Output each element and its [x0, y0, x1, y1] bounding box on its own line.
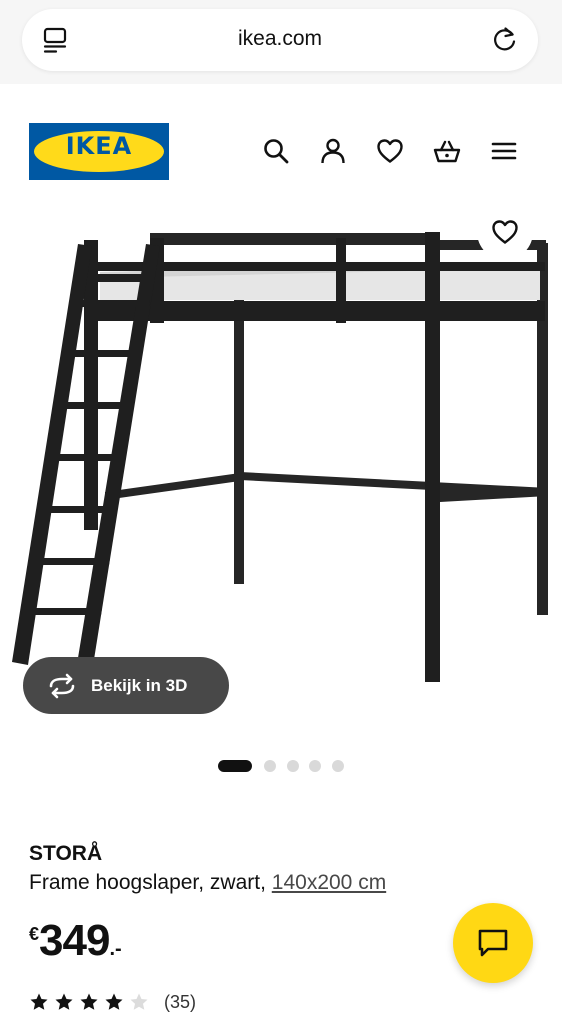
account-icon[interactable] [319, 137, 347, 165]
bed-rail-lower-side [440, 488, 548, 502]
star-icon [105, 993, 123, 1010]
favorites-icon[interactable] [376, 137, 404, 165]
menu-icon[interactable] [490, 137, 518, 165]
star-empty-icon [130, 993, 148, 1010]
bed-rail-lower-left [105, 473, 240, 500]
view-in-3d-label: Bekijk in 3D [91, 676, 188, 695]
price-suffix: .- [109, 938, 122, 960]
browser-bar: ikea.com [0, 0, 562, 84]
star-icon [55, 993, 73, 1010]
price-currency: € [29, 924, 40, 944]
bed-post-front-right [425, 232, 440, 682]
chat-icon [478, 929, 508, 957]
bed-post-front-mid [336, 238, 346, 323]
carousel-dot[interactable] [218, 760, 252, 772]
carousel-dot[interactable] [264, 760, 276, 772]
ikea-logo[interactable]: IKEA [29, 123, 169, 180]
carousel-dot[interactable] [332, 760, 344, 772]
star-icon [30, 993, 48, 1010]
reload-icon[interactable] [490, 25, 520, 55]
heart-icon [492, 220, 518, 244]
url-text[interactable]: ikea.com [22, 27, 538, 51]
star-icon [80, 993, 98, 1010]
favorite-button[interactable] [477, 204, 533, 260]
review-count: (35) [164, 992, 197, 1012]
price-amount: 349 [39, 916, 110, 965]
product-price: €349.- [29, 916, 122, 966]
view-in-3d-button[interactable]: Bekijk in 3D [23, 657, 229, 714]
logo-text: IKEA [65, 132, 133, 160]
product-name: STORÅ [29, 842, 103, 865]
product-description-text: Frame hoogslaper, zwart, [29, 871, 272, 894]
bed-rail-back [150, 233, 440, 245]
address-bar[interactable]: ikea.com [22, 9, 538, 71]
cart-icon[interactable] [433, 137, 461, 165]
chat-button[interactable] [453, 903, 533, 983]
carousel-dot[interactable] [287, 760, 299, 772]
search-icon[interactable] [262, 137, 290, 165]
product-description: Frame hoogslaper, zwart, 140x200 cm [29, 871, 386, 895]
carousel-dot[interactable] [309, 760, 321, 772]
site-header: IKEA [0, 84, 562, 204]
bed-post-back-left [234, 300, 244, 584]
rotate-3d-icon [49, 673, 75, 699]
size-link[interactable]: 140x200 cm [272, 871, 386, 894]
